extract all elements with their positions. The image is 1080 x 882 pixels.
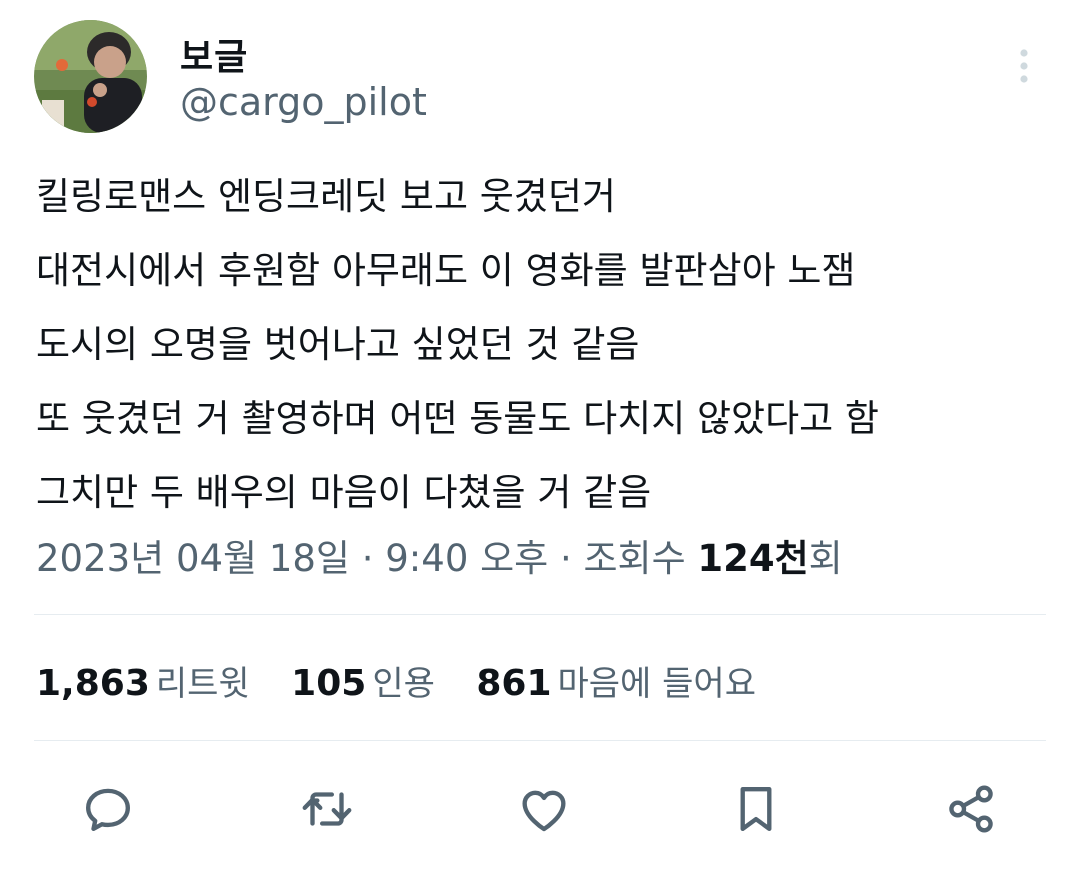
more-vertical-icon	[1020, 49, 1028, 83]
heart-icon	[522, 790, 566, 832]
likes-count: 861	[476, 663, 552, 704]
separator: ·	[548, 537, 584, 580]
quotes-stat[interactable]: 105 인용	[291, 656, 435, 705]
avatar-image	[34, 20, 147, 133]
retweets-label: 리트윗	[155, 664, 250, 704]
display-name[interactable]: 보글	[180, 28, 248, 80]
views-suffix: 회	[808, 537, 843, 580]
like-button[interactable]	[511, 776, 577, 842]
tweet-time[interactable]: 9:40 오후	[385, 537, 548, 580]
separator: ·	[349, 537, 386, 580]
retweet-icon	[302, 792, 352, 826]
likes-stat[interactable]: 861 마음에 들어요	[476, 656, 756, 705]
likes-label: 마음에 들어요	[557, 664, 757, 704]
reply-button[interactable]	[75, 776, 141, 842]
share-button[interactable]	[938, 776, 1004, 842]
tweet-meta: 2023년 04월 18일 · 9:40 오후 · 조회수 124천회	[36, 528, 843, 582]
divider	[34, 740, 1046, 741]
share-icon	[949, 785, 993, 833]
tweet-line: 도시의 오명을 벗어나고 싶었던 것 같음	[36, 323, 640, 366]
retweets-count: 1,863	[36, 663, 150, 704]
more-options-button[interactable]	[1006, 45, 1042, 87]
tweet-line: 킬링로맨스 엔딩크레딧 보고 웃겼던거	[36, 175, 616, 218]
tweet-text: 킬링로맨스 엔딩크레딧 보고 웃겼던거 대전시에서 후원함 아무래도 이 영화를…	[36, 160, 1056, 530]
quotes-label: 인용	[372, 664, 435, 704]
quotes-count: 105	[291, 663, 367, 704]
tweet-stats: 1,863 리트윗 105 인용 861 마음에 들어요	[36, 656, 786, 705]
retweets-stat[interactable]: 1,863 리트윗	[36, 656, 250, 705]
avatar[interactable]	[34, 20, 147, 133]
tweet-line: 그치만 두 배우의 마음이 다쳤을 거 같음	[36, 471, 652, 514]
bookmark-icon	[740, 787, 772, 831]
tweet-date[interactable]: 2023년 04월 18일	[36, 537, 350, 580]
retweet-button[interactable]	[294, 776, 360, 842]
bookmark-button[interactable]	[723, 776, 789, 842]
tweet-line: 대전시에서 후원함 아무래도 이 영화를 발판삼아 노잼	[36, 249, 856, 292]
tweet-line: 또 웃겼던 거 촬영하며 어떤 동물도 다치지 않았다고 함	[36, 397, 879, 440]
user-handle[interactable]: @cargo_pilot	[180, 80, 427, 124]
divider	[34, 614, 1046, 615]
views-label: 조회수	[583, 537, 698, 580]
views-count: 124천	[697, 537, 809, 580]
reply-icon	[86, 788, 130, 831]
